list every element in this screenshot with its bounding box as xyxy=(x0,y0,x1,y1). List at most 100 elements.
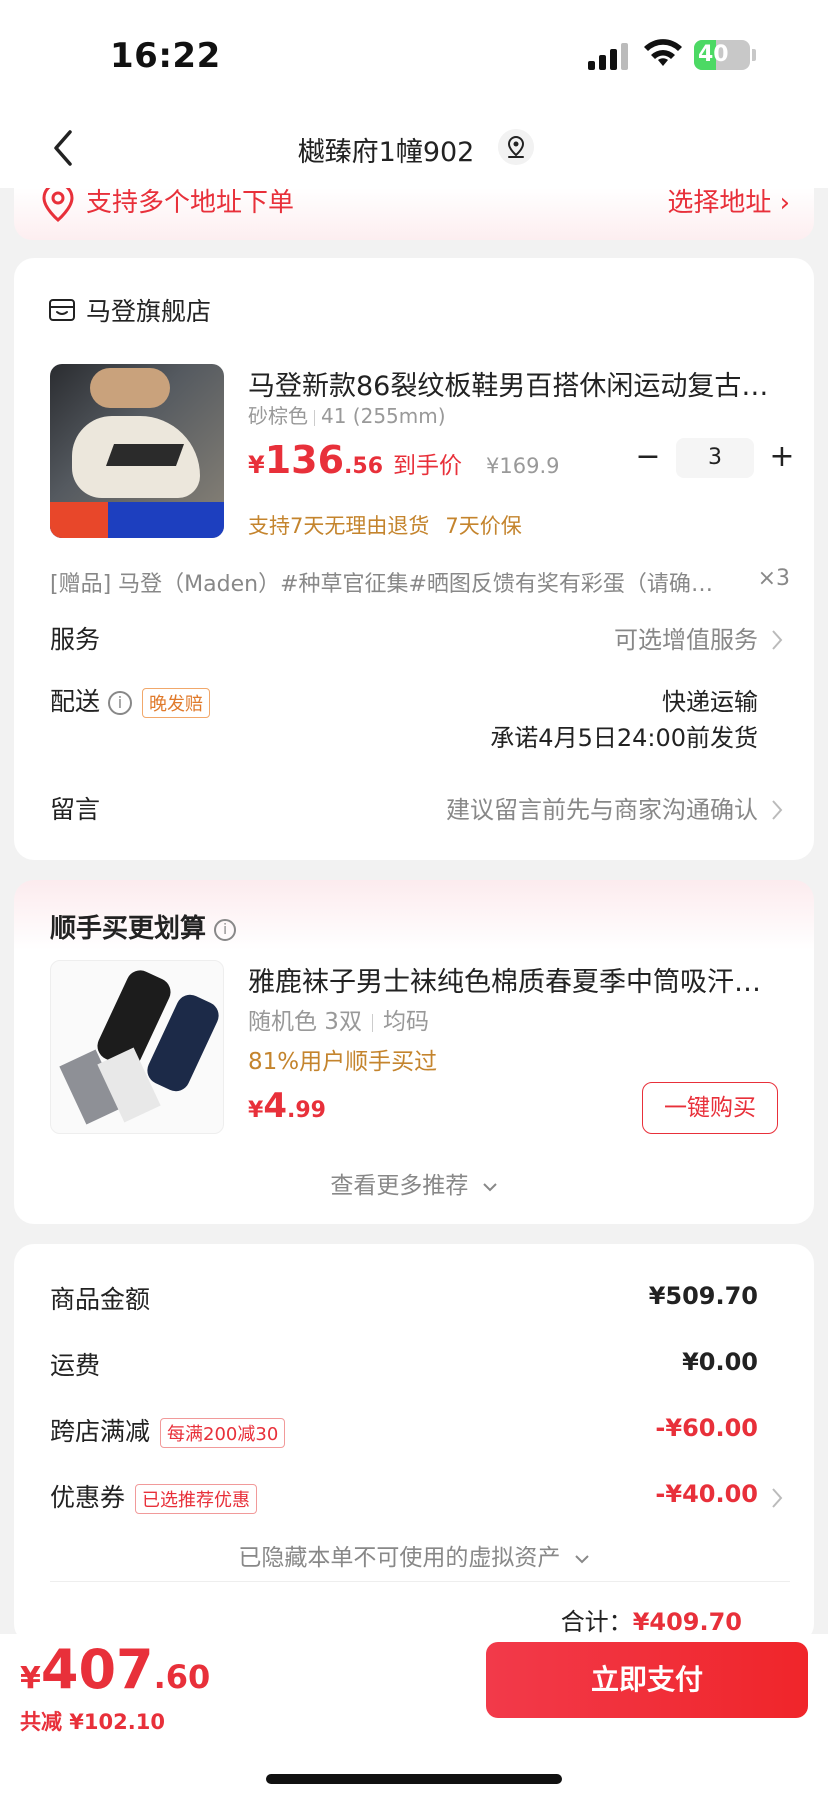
select-address-link[interactable]: 选择地址 › xyxy=(667,188,790,219)
price-summary-card: 商品金额 ¥509.70 运费 ¥0.00 跨店满减 每满200减30 -¥60.… xyxy=(14,1244,814,1644)
final-price-label: 到手价 xyxy=(393,453,463,479)
service-label: 服务 xyxy=(50,625,101,654)
gift-text: [赠品] 马登（Maden）#种草官征集#晒图反馈有奖有彩蛋（请确认收货后联系客… xyxy=(50,572,718,597)
multi-address-label: 支持多个地址下单 xyxy=(86,188,295,218)
chevron-down-icon xyxy=(574,1554,589,1563)
shipping-row: 运费 ¥0.00 xyxy=(50,1346,790,1386)
cross-store-discount-row: 跨店满减 每满200减30 -¥60.00 xyxy=(50,1412,790,1452)
gift-item[interactable]: [赠品] 马登（Maden）#种草官征集#晒图反馈有奖有彩蛋（请确认收货后联系客… xyxy=(50,566,790,598)
signal-icon xyxy=(588,40,630,70)
hidden-assets-toggle[interactable]: 已隐藏本单不可使用的虚拟资产 xyxy=(14,1538,814,1572)
currency-symbol: ¥ xyxy=(20,1661,41,1696)
total-saving: 共减 ¥102.10 xyxy=(20,1710,165,1734)
pay-amount-decimal: .60 xyxy=(153,1658,211,1696)
battery-icon: 40 xyxy=(694,40,750,70)
coupon-badge: 已选推荐优惠 xyxy=(135,1484,258,1514)
checkout-bar: ¥ 407 .60 共减 ¥102.10 立即支付 xyxy=(0,1634,828,1795)
service-value: 可选增值服务 xyxy=(614,626,758,654)
shop-header[interactable]: 马登旗舰店 xyxy=(48,294,211,326)
one-click-buy-button[interactable]: 一键购买 xyxy=(642,1082,778,1134)
sock-price-decimal: .99 xyxy=(286,1098,326,1123)
quantity-stepper: − 3 + xyxy=(630,438,800,478)
home-indicator xyxy=(266,1774,562,1784)
recommendation-card: ftoater 顺手买更划算i 雅鹿袜子男士袜纯色棉质春夏季中筒吸汗透气 随机色… xyxy=(14,880,814,1224)
delivery-row: 配送 i 晚发赔 快递运输 承诺4月5日24:00前发货 xyxy=(50,682,790,762)
sock-price: ¥ 4 .99 xyxy=(248,1086,326,1126)
chevron-right-icon xyxy=(772,1488,783,1508)
quantity-value[interactable]: 3 xyxy=(676,438,754,478)
discount-rule-badge: 每满200减30 xyxy=(160,1418,286,1448)
social-proof: 81%用户顺手买过 xyxy=(248,1049,438,1075)
delivery-method: 快递运输 xyxy=(662,688,758,716)
wifi-icon xyxy=(644,39,682,66)
product-price: ¥ 136 .56 到手价 ¥169.9 xyxy=(248,438,560,482)
hidden-assets-label: 已隐藏本单不可使用的虚拟资产 xyxy=(238,1545,561,1571)
sock-product-title[interactable]: 雅鹿袜子男士袜纯色棉质春夏季中筒吸汗透气 xyxy=(248,960,784,999)
message-placeholder: 建议留言前先与商家沟通确认 xyxy=(446,796,758,824)
price-protection: 7天价保 xyxy=(445,514,522,538)
see-more-recommendations[interactable]: 查看更多推荐 xyxy=(14,1166,814,1200)
location-icon[interactable] xyxy=(498,129,534,165)
return-policy: 支持7天无理由退货 xyxy=(248,514,430,538)
status-bar: 16:22 40 xyxy=(0,0,828,110)
location-pin-icon xyxy=(42,188,74,222)
cross-store-label-group: 跨店满减 每满200减30 xyxy=(50,1412,286,1448)
decrease-button[interactable]: − xyxy=(630,440,666,476)
late-compensation-badge: 晚发赔 xyxy=(142,688,211,718)
product-spec: 砂棕色 41 (255mm) xyxy=(248,400,446,429)
gift-count: ×3 xyxy=(757,566,790,591)
info-icon[interactable]: i xyxy=(108,691,133,715)
goods-amount-label: 商品金额 xyxy=(50,1285,151,1314)
pay-amount-integer: 407 xyxy=(40,1638,154,1701)
address-title[interactable]: 樾臻府1幢902 xyxy=(0,130,828,169)
delivery-label-group: 配送 i 晚发赔 xyxy=(50,682,211,718)
chevron-right-icon xyxy=(772,800,783,820)
pay-now-button[interactable]: 立即支付 xyxy=(486,1642,808,1718)
chevron-right-icon xyxy=(772,630,783,650)
sock-variant: 随机色 3双 xyxy=(248,1009,362,1035)
info-icon[interactable]: i xyxy=(214,918,237,941)
cross-store-label: 跨店满减 xyxy=(50,1417,151,1446)
multi-address-strip[interactable]: 支持多个地址下单 选择地址 › xyxy=(14,188,814,240)
product-image[interactable] xyxy=(50,364,224,538)
pay-amount: ¥ 407 .60 xyxy=(20,1638,210,1701)
chevron-down-icon xyxy=(482,1182,497,1191)
sock-product-image[interactable] xyxy=(50,960,224,1134)
shipping-label: 运费 xyxy=(50,1351,101,1380)
shop-name: 马登旗舰店 xyxy=(86,297,212,326)
shipping-value: ¥0.00 xyxy=(682,1348,758,1376)
total-value: ¥409.70 xyxy=(632,1608,742,1636)
coupon-value: -¥40.00 xyxy=(655,1480,758,1508)
recommendation-header: 顺手买更划算 i xyxy=(50,908,237,945)
battery-level: 40 xyxy=(698,42,729,67)
sock-price-integer: 4 xyxy=(263,1086,287,1126)
price-integer: 136 xyxy=(264,438,345,482)
divider xyxy=(50,1581,790,1582)
sock-spec: 随机色 3双 均码 xyxy=(248,1002,429,1036)
currency-symbol: ¥ xyxy=(248,451,265,479)
goods-amount-row: 商品金额 ¥509.70 xyxy=(50,1280,790,1320)
order-total: 合计：¥409.70 xyxy=(561,1602,742,1637)
total-label: 合计： xyxy=(560,1608,633,1636)
coupon-label-group: 优惠券 已选推荐优惠 xyxy=(50,1478,258,1514)
message-row[interactable]: 留言 建议留言前先与商家沟通确认 xyxy=(50,790,790,830)
coupon-row[interactable]: 优惠券 已选推荐优惠 -¥40.00 xyxy=(50,1478,790,1518)
service-row[interactable]: 服务 可选增值服务 xyxy=(50,620,790,660)
product-size: 41 (255mm) xyxy=(321,404,446,428)
status-time: 16:22 xyxy=(110,36,221,76)
product-color: 砂棕色 xyxy=(248,404,308,428)
delivery-label: 配送 xyxy=(50,687,101,716)
shop-order-card: 马登旗舰店 马登新款86裂纹板鞋男百搭休闲运动复古小白鞋 砂棕色 41 (255m… xyxy=(14,258,814,860)
increase-button[interactable]: + xyxy=(764,440,800,476)
nav-header: 樾臻府1幢902 xyxy=(0,110,828,188)
goods-amount-value: ¥509.70 xyxy=(648,1282,758,1310)
product-title[interactable]: 马登新款86裂纹板鞋男百搭休闲运动复古小白鞋 xyxy=(248,364,784,403)
sock-size: 均码 xyxy=(382,1009,429,1035)
guarantee-tags: 支持7天无理由退货 7天价保 xyxy=(248,510,538,540)
see-more-label: 查看更多推荐 xyxy=(330,1173,469,1199)
address-title-text: 樾臻府1幢902 xyxy=(297,137,475,168)
currency-symbol: ¥ xyxy=(248,1098,264,1123)
shop-icon xyxy=(49,299,75,321)
cross-store-value: -¥60.00 xyxy=(655,1414,758,1442)
recommendation-title: 顺手买更划算 xyxy=(50,914,207,944)
